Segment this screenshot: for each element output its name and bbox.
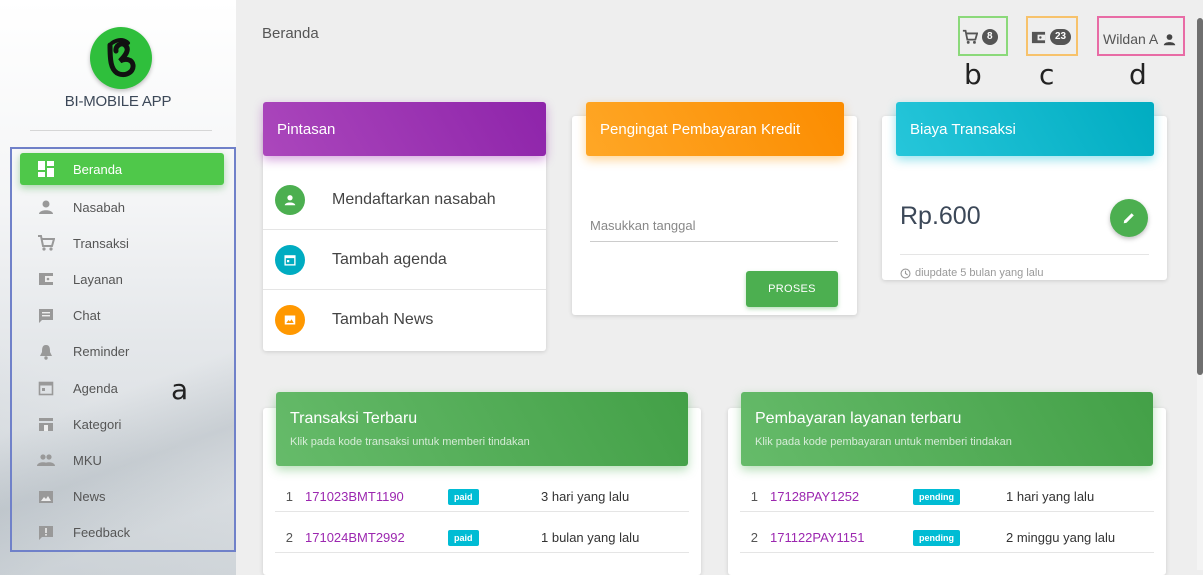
status-badge: paid: [448, 530, 479, 546]
process-button[interactable]: PROSES: [746, 271, 838, 307]
shortcut-register-customer[interactable]: Mendaftarkan nasabah: [263, 170, 546, 230]
credit-reminder-card-header: Pengingat Pembayaran Kredit: [586, 102, 844, 156]
latest-payments-title: Pembayaran layanan terbaru: [755, 410, 962, 427]
sidebar-divider: [30, 130, 212, 131]
transaction-code-link[interactable]: 171023BMT1190: [305, 489, 448, 504]
group-icon: [36, 450, 56, 470]
fee-amount: Rp.600: [900, 202, 981, 230]
annotation-box-d: [1097, 16, 1185, 56]
payment-code-link[interactable]: 17128PAY1252: [770, 489, 913, 504]
credit-reminder-title: Pengingat Pembayaran Kredit: [600, 120, 801, 138]
table-row: 1 171023BMT1190 paid 3 hari yang lalu: [275, 482, 689, 512]
dashboard-icon: [36, 159, 56, 179]
sidebar-nav: Beranda Nasabah Transaksi Layanan Chat R…: [20, 153, 224, 551]
transaction-fee-card-header: Biaya Transaksi: [896, 102, 1154, 156]
app-logo[interactable]: [90, 27, 152, 89]
fee-updated-text: diupdate 5 bulan yang lalu: [900, 267, 1043, 279]
cart-icon: [36, 233, 56, 253]
table-row: 1 17128PAY1252 pending 1 hari yang lalu: [740, 482, 1154, 512]
annotation-label-a: a: [171, 373, 189, 406]
shortcuts-card-header: Pintasan: [263, 102, 546, 156]
sidebar-item-label: Chat: [73, 308, 101, 324]
clock-icon: [900, 267, 911, 279]
sidebar-item-label: News: [73, 489, 106, 505]
sidebar-item-mku[interactable]: MKU: [20, 442, 224, 478]
annotation-label-c: c: [1039, 58, 1055, 91]
person-icon: [275, 184, 305, 215]
sidebar-item-transaksi[interactable]: Transaksi: [20, 225, 224, 261]
table-row: 2 171122PAY1151 pending 2 minggu yang la…: [740, 523, 1154, 553]
sidebar-item-layanan[interactable]: Layanan: [20, 261, 224, 297]
sidebar-item-label: Beranda: [73, 161, 123, 177]
sidebar-item-label: Transaksi: [73, 235, 129, 251]
pencil-icon: [1123, 213, 1134, 224]
brand-name: BI-MOBILE APP: [64, 93, 172, 110]
image-icon: [36, 487, 56, 507]
image-icon: [275, 305, 305, 335]
sidebar-item-agenda[interactable]: Agenda: [20, 370, 224, 406]
sidebar-item-chat[interactable]: Chat: [20, 298, 224, 334]
annotation-label-b: b: [964, 58, 982, 91]
logo-glyph-icon: [107, 38, 136, 78]
person-icon: [36, 197, 56, 217]
shortcuts-card: Mendaftarkan nasabah Tambah agenda Tamba…: [263, 130, 546, 351]
latest-payments-card-header: Pembayaran layanan terbaru Klik pada kod…: [741, 392, 1153, 466]
status-badge: paid: [448, 489, 479, 505]
transaction-fee-title: Biaya Transaksi: [910, 120, 1016, 138]
shortcut-label: Mendaftarkan nasabah: [332, 190, 496, 208]
sidebar-item-news[interactable]: News: [20, 479, 224, 515]
latest-transactions-subtitle: Klik pada kode transaksi untuk memberi t…: [290, 436, 530, 448]
calendar-icon: [36, 378, 56, 398]
sidebar-item-feedback[interactable]: Feedback: [20, 515, 224, 551]
scrollbar-thumb[interactable]: [1197, 18, 1203, 375]
sidebar-item-label: Reminder: [73, 344, 130, 360]
shortcut-add-agenda[interactable]: Tambah agenda: [263, 230, 546, 290]
feedback-icon: [36, 523, 56, 543]
sidebar-item-beranda[interactable]: Beranda: [20, 153, 224, 185]
table-row: 2 171024BMT2992 paid 1 bulan yang lalu: [275, 523, 689, 553]
sidebar-item-label: Nasabah: [73, 199, 126, 215]
shortcut-label: Tambah agenda: [332, 250, 447, 268]
sidebar-item-kategori[interactable]: Kategori: [20, 406, 224, 442]
annotation-label-d: d: [1129, 58, 1147, 91]
sidebar-item-label: Layanan: [73, 271, 123, 287]
row-number: 2: [750, 530, 758, 545]
sidebar-item-label: Kategori: [73, 416, 122, 432]
row-time: 2 minggu yang lalu: [1006, 530, 1116, 545]
fee-updated-label: diupdate 5 bulan yang lalu: [915, 267, 1044, 279]
date-input[interactable]: Masukkan tanggal: [590, 218, 838, 242]
bell-icon: [36, 342, 56, 362]
shortcut-label: Tambah News: [332, 311, 434, 328]
wallet-icon: [36, 269, 56, 289]
sidebar-item-label: Agenda: [73, 380, 118, 396]
chat-icon: [36, 306, 56, 326]
sidebar-item-label: Feedback: [73, 525, 131, 541]
annotation-box-b: [958, 16, 1008, 56]
edit-fee-button[interactable]: [1110, 199, 1148, 237]
latest-transactions-title: Transaksi Terbaru: [290, 410, 418, 427]
row-number: 1: [750, 489, 758, 504]
payment-code-link[interactable]: 171122PAY1151: [770, 530, 913, 545]
shortcuts-title: Pintasan: [277, 120, 336, 138]
shortcut-add-news[interactable]: Tambah News: [263, 290, 546, 350]
sidebar-item-nasabah[interactable]: Nasabah: [20, 189, 224, 225]
latest-transactions-card-header: Transaksi Terbaru Klik pada kode transak…: [276, 392, 688, 466]
card-divider: [900, 254, 1149, 255]
sidebar-item-label: MKU: [73, 452, 102, 468]
main-content: Beranda 8 b 23 c Wildan A d Mendaftarkan…: [236, 0, 1203, 575]
latest-payments-subtitle: Klik pada kode pembayaran untuk memberi …: [755, 436, 1012, 448]
annotation-box-c: [1026, 16, 1078, 56]
row-number: 1: [285, 489, 293, 504]
row-time: 1 hari yang lalu: [1006, 489, 1095, 504]
breadcrumb: Beranda: [262, 25, 319, 42]
calendar-icon: [275, 244, 305, 275]
sidebar-item-reminder[interactable]: Reminder: [20, 334, 224, 370]
category-icon: [36, 414, 56, 434]
status-badge: pending: [913, 530, 960, 546]
row-time: 1 bulan yang lalu: [541, 530, 640, 545]
row-time: 3 hari yang lalu: [541, 489, 630, 504]
status-badge: pending: [913, 489, 960, 505]
row-number: 2: [285, 530, 293, 545]
transaction-code-link[interactable]: 171024BMT2992: [305, 530, 448, 545]
